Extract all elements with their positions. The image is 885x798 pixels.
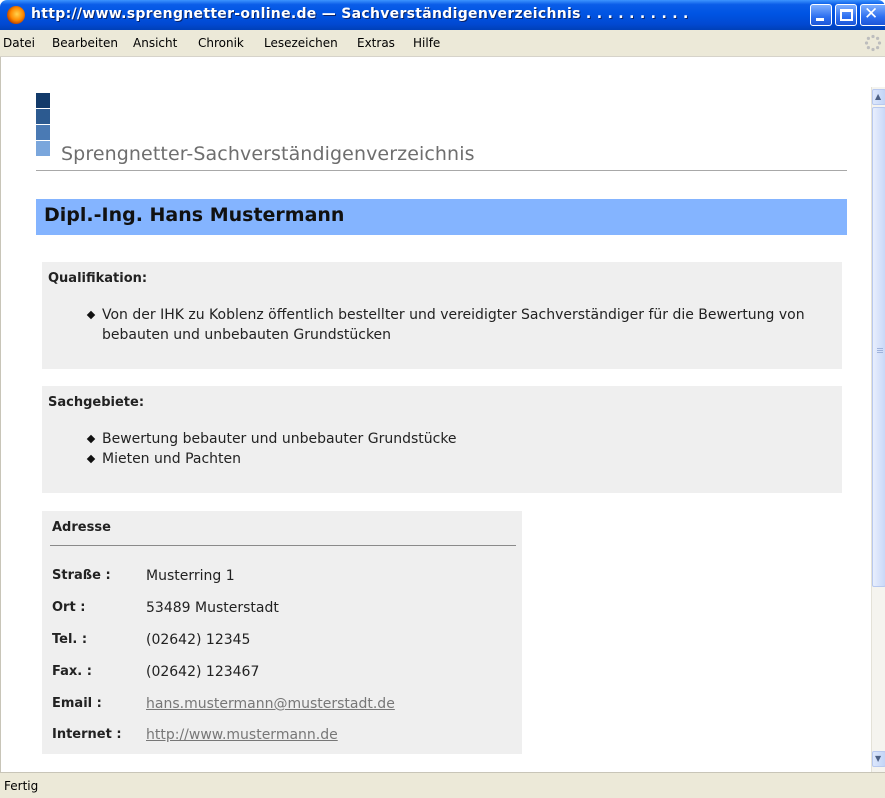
scroll-down-icon: ▼ (875, 754, 882, 763)
menu-lesezeichen[interactable]: Lesezeichen (264, 36, 338, 50)
grip-icon (877, 348, 883, 349)
address-row-street: Straße : Musterring 1 (52, 568, 512, 588)
city-value: 53489 Musterstadt (146, 600, 279, 616)
address-panel: Adresse Straße : Musterring 1 Ort : 5348… (42, 511, 522, 754)
address-row-phone: Tel. : (02642) 12345 (52, 632, 512, 652)
list-item: Von der IHK zu Koblenz öffentlich bestel… (86, 305, 838, 345)
logo-block (36, 141, 50, 156)
address-row-website: Internet : http://www.mustermann.de (52, 727, 512, 747)
status-text: Fertig (4, 779, 39, 793)
list-item: Mieten und Pachten (86, 449, 786, 469)
address-row-email: Email : hans.mustermann@musterstadt.de (52, 696, 512, 716)
logo-block (36, 109, 50, 124)
name-banner: Dipl.-Ing. Hans Mustermann (36, 199, 847, 235)
website-link[interactable]: http://www.mustermann.de (146, 727, 338, 743)
menu-ansicht[interactable]: Ansicht (133, 36, 177, 50)
minimize-icon (816, 18, 824, 21)
menu-chronik[interactable]: Chronik (198, 36, 244, 50)
logo-block (36, 125, 50, 140)
street-label: Straße : (52, 568, 111, 583)
status-bar: Fertig (0, 772, 885, 798)
scroll-up-button[interactable]: ▲ (872, 89, 885, 105)
address-title: Adresse (52, 520, 111, 535)
qualification-panel: Qualifikation: Von der IHK zu Koblenz öf… (42, 262, 842, 369)
throbber-icon (864, 34, 882, 52)
menu-hilfe[interactable]: Hilfe (413, 36, 440, 50)
address-row-city: Ort : 53489 Musterstadt (52, 600, 512, 620)
address-row-fax: Fax. : (02642) 123467 (52, 664, 512, 684)
areas-panel: Sachgebiete: Bewertung bebauter und unbe… (42, 386, 842, 493)
site-title: Sprengnetter-Sachverständigenverzeichnis (61, 143, 475, 165)
qualification-title: Qualifikation: (48, 271, 148, 286)
email-link[interactable]: hans.mustermann@musterstadt.de (146, 696, 395, 712)
areas-title: Sachgebiete: (48, 395, 145, 410)
window-title: http://www.sprengnetter-online.de — Sach… (31, 6, 689, 22)
maximize-button[interactable] (835, 4, 857, 26)
menu-datei[interactable]: Datei (3, 36, 35, 50)
areas-list: Bewertung bebauter und unbebauter Grunds… (86, 429, 786, 469)
close-icon: ✕ (864, 4, 879, 24)
street-value: Musterring 1 (146, 568, 235, 584)
website-label: Internet : (52, 727, 122, 742)
expert-name: Dipl.-Ing. Hans Mustermann (44, 204, 345, 226)
scroll-thumb[interactable] (872, 107, 885, 587)
fax-value: (02642) 123467 (146, 664, 260, 680)
minimize-button[interactable] (810, 4, 832, 26)
header-divider (36, 170, 847, 171)
firefox-icon (7, 6, 25, 24)
menu-extras[interactable]: Extras (357, 36, 395, 50)
address-divider (50, 545, 516, 546)
close-button[interactable]: ✕ (860, 4, 885, 26)
maximize-icon (840, 9, 853, 21)
scroll-down-button[interactable]: ▼ (872, 751, 885, 767)
logo-block (36, 93, 50, 108)
scroll-up-icon: ▲ (875, 92, 882, 101)
phone-value: (02642) 12345 (146, 632, 251, 648)
menu-bar: Datei Bearbeiten Ansicht Chronik Lesezei… (0, 30, 885, 57)
city-label: Ort : (52, 600, 86, 615)
menu-bearbeiten[interactable]: Bearbeiten (52, 36, 118, 50)
list-item: Bewertung bebauter und unbebauter Grunds… (86, 429, 786, 449)
window-titlebar[interactable]: http://www.sprengnetter-online.de — Sach… (0, 0, 885, 30)
fax-label: Fax. : (52, 664, 92, 679)
qualification-list: Von der IHK zu Koblenz öffentlich bestel… (86, 305, 838, 345)
site-logo (36, 93, 50, 157)
email-label: Email : (52, 696, 102, 711)
vertical-scrollbar[interactable]: ▲ ▼ (871, 87, 885, 772)
phone-label: Tel. : (52, 632, 88, 647)
